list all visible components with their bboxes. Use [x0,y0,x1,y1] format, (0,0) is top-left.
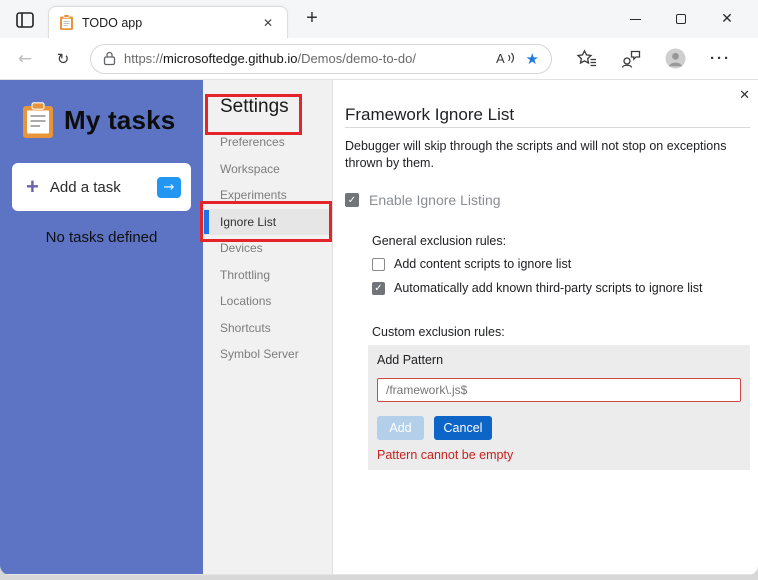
panel-close-icon[interactable]: ✕ [739,88,750,103]
custom-rules-label: Custom exclusion rules: [372,325,505,339]
tab-close-icon[interactable]: ✕ [259,14,277,32]
bookmark-star-icon[interactable]: ★ [526,50,539,68]
maximize-button[interactable] [658,0,704,38]
framework-ignore-list-panel: ✕ Framework Ignore List Debugger will sk… [333,80,758,574]
settings-item-shortcuts[interactable]: Shortcuts [203,315,332,342]
plus-icon: + [26,174,39,199]
favorites-icon[interactable] [576,49,597,68]
settings-item-ignore-list[interactable]: Ignore List [203,208,332,235]
window-controls: ✕ [612,0,750,38]
general-rules-label: General exclusion rules: [372,234,507,248]
pattern-buttons: Add Cancel [377,416,741,440]
settings-item-symbol-server[interactable]: Symbol Server [203,341,332,368]
minimize-button[interactable] [612,0,658,38]
settings-menu: Preferences Workspace Experiments Ignore… [203,129,332,368]
pattern-error-text: Pattern cannot be empty [377,448,514,462]
url-text: https://microsoftedge.github.io/Demos/de… [124,51,416,66]
address-bar[interactable]: https://microsoftedge.github.io/Demos/de… [90,43,552,74]
add-task-submit-button[interactable]: → [157,176,181,198]
add-task-label: Add a task [49,178,121,196]
page-content: My tasks + Add a task → No tasks defined… [0,80,758,574]
settings-item-throttling[interactable]: Throttling [203,262,332,289]
refresh-icon[interactable]: ↻ [48,50,78,68]
enable-ignore-listing-checkbox[interactable]: ✓ Enable Ignore Listing [345,192,750,208]
new-tab-button[interactable]: + [300,7,324,30]
tab-actions-icon[interactable] [16,11,34,29]
panel-description: Debugger will skip through the scripts a… [345,139,727,170]
todo-favicon-icon [59,14,74,31]
profile-avatar[interactable] [665,48,686,69]
settings-item-devices[interactable]: Devices [203,235,332,262]
add-pattern-label: Add Pattern [377,353,444,367]
add-button[interactable]: Add [377,416,424,440]
settings-menu-icon[interactable]: ··· [710,50,731,67]
svg-text:A: A [496,51,505,66]
todo-app-sidebar: My tasks + Add a task → No tasks defined [0,80,203,574]
add-pattern-editor: Add Pattern Add Cancel Pattern cannot be… [368,345,750,470]
back-icon[interactable]: ← [10,49,40,69]
checkbox-unchecked-icon[interactable] [372,257,385,271]
window-close-button[interactable]: ✕ [704,0,750,38]
todo-app-header: My tasks [0,80,203,139]
add-task-field[interactable]: + Add a task → [12,163,191,211]
settings-heading: Settings [220,96,289,117]
settings-item-preferences[interactable]: Preferences [203,129,332,156]
tab-title: TODO app [82,15,143,30]
checkbox-checked-icon[interactable]: ✓ [345,193,359,207]
cancel-button[interactable]: Cancel [434,416,492,440]
app-title: My tasks [64,105,176,135]
settings-item-locations[interactable]: Locations [203,288,332,315]
pattern-input[interactable] [377,378,741,402]
read-aloud-icon[interactable]: A [496,51,516,66]
browser-window: TODO app ✕ + ✕ ← ↻ https://microsoftedge… [0,0,758,575]
checkbox-checked-icon[interactable]: ✓ [372,281,385,295]
divider [345,127,750,128]
devtools-settings-sidebar: Settings Preferences Workspace Experimen… [200,80,333,574]
settings-item-experiments[interactable]: Experiments [203,182,332,209]
third-party-scripts-checkbox[interactable]: ✓ Automatically add known third-party sc… [372,281,750,295]
browser-toolbar: ← ↻ https://microsoftedge.github.io/Demo… [0,38,758,80]
panel-title: Framework Ignore List [345,105,515,124]
lock-icon [103,51,116,66]
settings-item-workspace[interactable]: Workspace [203,156,332,183]
tab-strip: TODO app ✕ + ✕ [0,0,758,38]
add-content-scripts-checkbox[interactable]: Add content scripts to ignore list [372,257,750,271]
browser-essentials-icon[interactable] [621,49,641,68]
rules-section: General exclusion rules: Add content scr… [368,234,750,470]
empty-state-text: No tasks defined [45,229,158,246]
browser-tab[interactable]: TODO app ✕ [48,6,288,38]
clipboard-icon [22,102,54,139]
